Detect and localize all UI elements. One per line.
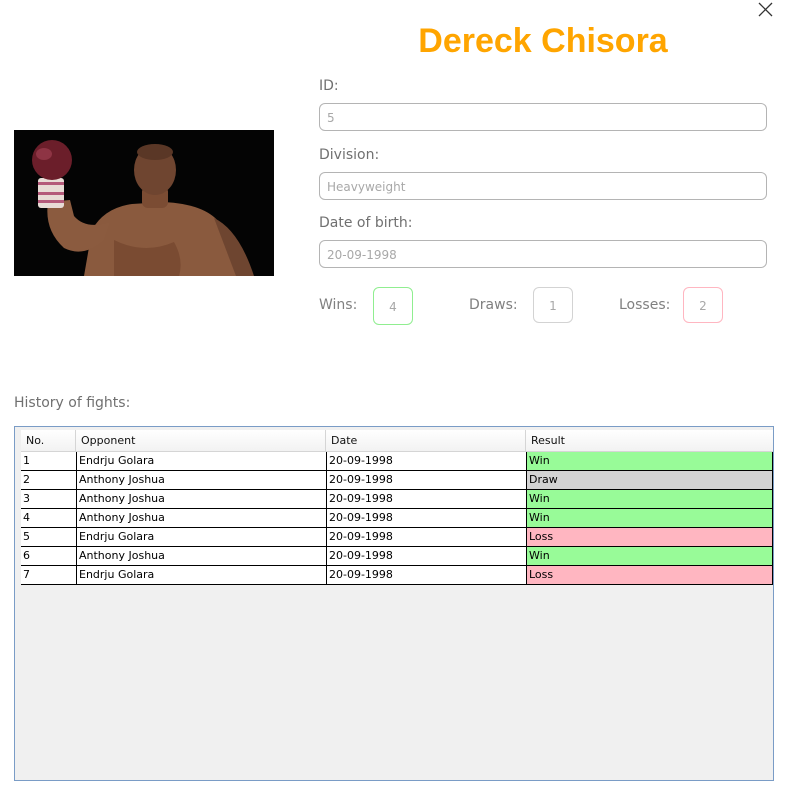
table-row[interactable]: 4 Anthony Joshua 20-09-1998 Win bbox=[21, 509, 773, 528]
id-field[interactable]: 5 bbox=[319, 103, 767, 131]
cell-opponent: Anthony Joshua bbox=[76, 547, 326, 565]
cell-no: 7 bbox=[23, 568, 30, 581]
division-label: Division: bbox=[319, 147, 380, 163]
cell-date: 20-09-1998 bbox=[326, 547, 526, 565]
table-row[interactable]: 6 Anthony Joshua 20-09-1998 Win bbox=[21, 547, 773, 566]
cell-result: Win bbox=[526, 452, 773, 470]
cell-no: 5 bbox=[23, 530, 30, 543]
table-row[interactable]: 5 Endrju Golara 20-09-1998 Loss bbox=[21, 528, 773, 547]
cell-date: 20-09-1998 bbox=[326, 471, 526, 489]
cell-date: 20-09-1998 bbox=[326, 566, 526, 584]
cell-date: 20-09-1998 bbox=[326, 509, 526, 527]
close-button[interactable] bbox=[756, 0, 776, 20]
draws-count-field[interactable]: 1 bbox=[533, 287, 573, 323]
cell-no: 1 bbox=[23, 454, 30, 467]
cell-opponent: Endrju Golara bbox=[76, 566, 326, 584]
grid-rows: 1 Endrju Golara 20-09-1998 Win 2 Anthony… bbox=[21, 452, 773, 585]
cell-opponent: Anthony Joshua bbox=[76, 471, 326, 489]
cell-result: Win bbox=[526, 509, 773, 527]
fight-history-grid[interactable]: No. Opponent Date Result 1 Endrju Golara… bbox=[14, 426, 774, 781]
wins-label: Wins: bbox=[319, 297, 358, 313]
date-of-birth-label: Date of birth: bbox=[319, 215, 413, 231]
cell-result: Win bbox=[526, 490, 773, 508]
table-row[interactable]: 7 Endrju Golara 20-09-1998 Loss bbox=[21, 566, 773, 585]
grid-header: No. Opponent Date Result bbox=[21, 430, 773, 452]
cell-no: 6 bbox=[23, 549, 30, 562]
fighter-name-title: Dereck Chisora bbox=[418, 22, 668, 60]
cell-no: 3 bbox=[23, 492, 30, 505]
cell-date: 20-09-1998 bbox=[326, 452, 526, 470]
cell-no: 4 bbox=[23, 511, 30, 524]
fighter-photo bbox=[14, 130, 274, 276]
wins-count-field[interactable]: 4 bbox=[373, 287, 413, 325]
cell-date: 20-09-1998 bbox=[326, 528, 526, 546]
column-header-date[interactable]: Date bbox=[326, 430, 526, 451]
cell-result: Draw bbox=[526, 471, 773, 489]
cell-result: Loss bbox=[526, 528, 773, 546]
column-header-result[interactable]: Result bbox=[526, 430, 773, 451]
table-row[interactable]: 2 Anthony Joshua 20-09-1998 Draw bbox=[21, 471, 773, 490]
losses-count-field[interactable]: 2 bbox=[683, 287, 723, 323]
cell-result: Win bbox=[526, 547, 773, 565]
cell-opponent: Anthony Joshua bbox=[76, 509, 326, 527]
cell-opponent: Anthony Joshua bbox=[76, 490, 326, 508]
id-label: ID: bbox=[319, 78, 339, 94]
table-row[interactable]: 3 Anthony Joshua 20-09-1998 Win bbox=[21, 490, 773, 509]
table-row[interactable]: 1 Endrju Golara 20-09-1998 Win bbox=[21, 452, 773, 471]
close-icon bbox=[758, 2, 773, 17]
boxer-photo-image bbox=[14, 130, 274, 276]
cell-opponent: Endrju Golara bbox=[76, 528, 326, 546]
date-of-birth-field[interactable]: 20-09-1998 bbox=[319, 240, 767, 268]
losses-label: Losses: bbox=[619, 297, 671, 313]
division-field[interactable]: Heavyweight bbox=[319, 172, 767, 200]
column-header-no[interactable]: No. bbox=[21, 430, 76, 451]
cell-result: Loss bbox=[526, 566, 773, 584]
fighter-details-window: Dereck Chisora ID: 5 Division: Heavyweig… bbox=[0, 0, 786, 794]
cell-opponent: Endrju Golara bbox=[76, 452, 326, 470]
cell-date: 20-09-1998 bbox=[326, 490, 526, 508]
draws-label: Draws: bbox=[469, 297, 518, 313]
column-header-opponent[interactable]: Opponent bbox=[76, 430, 326, 451]
cell-no: 2 bbox=[23, 473, 30, 486]
history-of-fights-label: History of fights: bbox=[14, 395, 131, 411]
